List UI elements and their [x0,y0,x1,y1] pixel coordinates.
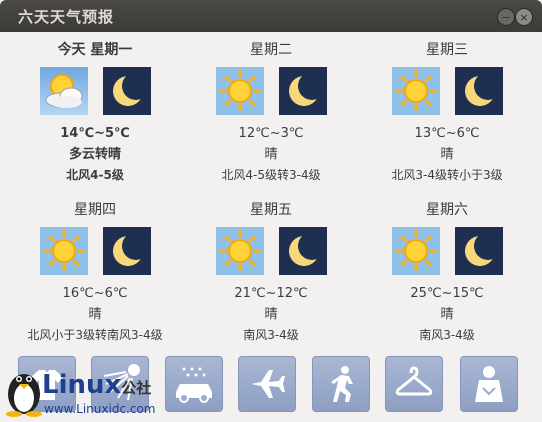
moon-icon [454,67,503,115]
weather-condition: 晴 [440,147,454,162]
forecast-day-4: 星期五 21℃~12℃ 晴 南风3-4级 [181,200,361,343]
weather-condition: 晴 [264,147,278,162]
day-name: 今天 星期一 [57,42,133,58]
wind-description: 北风3-4级转小于3级 [391,168,503,182]
wind-description: 南风3-4级 [243,328,299,342]
watermark-brand-suffix: 公社 [121,379,152,397]
partly-cloudy-icon [39,67,88,115]
forecast-day-5: 星期六 25℃~15℃ 晴 南风3-4级 [357,200,537,343]
watermark-brand-text: Linux [42,370,122,400]
weather-condition: 晴 [264,307,278,322]
close-button[interactable]: × [515,8,533,26]
temperature-range: 14℃~5℃ [60,126,130,141]
day-name: 星期二 [250,42,292,58]
forecast-day-3: 星期四 16℃~6℃ 晴 北风小于3级转南风3-4级 [5,200,185,343]
exercise-index-button[interactable] [312,356,370,412]
forecast-day-1: 星期二 12℃~3℃ 晴 北风4-5级转3-4级 [181,40,361,183]
sun-icon [39,227,88,275]
moon-icon [278,67,327,115]
penguin-icon [6,374,42,417]
discomfort-index-button[interactable] [460,356,518,412]
drying-index-button[interactable] [385,356,443,412]
sun-icon [391,227,440,275]
temperature-range: 12℃~3℃ [238,126,304,141]
temperature-range: 13℃~6℃ [414,126,480,141]
linuxidc-watermark: Linux公社 www.Linuxidc.com [2,344,182,422]
sun-icon [215,67,264,115]
wind-description: 北风4-5级 [66,168,124,182]
weather-condition: 晴 [88,307,102,322]
travel-index-button[interactable] [238,356,296,412]
clothes-hanger-icon [395,366,433,396]
sun-icon [215,227,264,275]
watermark-brand: Linux公社 [42,370,151,400]
weather-condition: 多云转晴 [68,147,121,162]
person-icon [475,366,503,402]
day-name: 星期三 [426,42,468,58]
running-icon [331,366,353,402]
temperature-range: 16℃~6℃ [62,286,128,301]
wind-description: 北风4-5级转3-4级 [221,168,321,182]
watermark-url: www.Linuxidc.com [44,402,156,416]
moon-icon [102,67,151,115]
airplane-icon [251,370,285,398]
wind-description: 北风小于3级转南风3-4级 [27,328,163,342]
forecast-day-2: 星期三 13℃~6℃ 晴 北风3-4级转小于3级 [357,40,537,183]
forecast-day-0: 今天 星期一 14℃~5℃ 多云转晴 北风4-5级 [5,40,185,183]
moon-icon [454,227,503,275]
day-name: 星期五 [250,202,292,218]
temperature-range: 25℃~15℃ [410,286,484,301]
day-name: 星期四 [74,202,116,218]
sun-icon [391,67,440,115]
day-name: 星期六 [426,202,468,218]
minimize-button[interactable]: − [497,8,515,26]
title-bar: 六天天气预报 − × [0,0,542,32]
wind-description: 南风3-4级 [419,328,475,342]
window-title: 六天天气预报 [18,8,115,26]
weather-condition: 晴 [440,307,454,322]
moon-icon [102,227,151,275]
moon-icon [278,227,327,275]
temperature-range: 21℃~12℃ [234,286,308,301]
